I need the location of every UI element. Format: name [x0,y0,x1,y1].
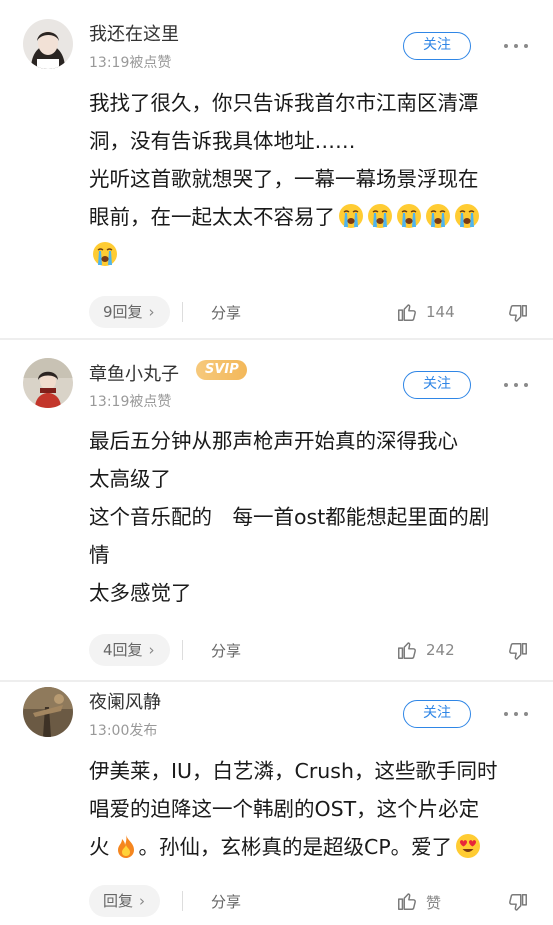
username[interactable]: 我还在这里 [89,20,179,46]
more-dots-icon[interactable] [502,377,530,393]
comment-line: 眼前，在一起太太不容易了 [89,205,335,229]
divider [182,302,183,322]
avatar[interactable] [23,19,73,69]
comment-line: 光听这首歌就想哭了，一幕一幕场景浮现在 [89,167,479,191]
username[interactable]: 章鱼小丸子 [89,360,179,386]
avatar[interactable] [23,358,73,408]
share-button[interactable]: 分享 [211,640,241,661]
like-count: 242 [426,641,455,659]
like-label: 赞 [426,894,442,912]
comment-item: 章鱼小丸子 SVIP 13:19被点赞 关注 最后五分钟从那声枪声开始真的深得我… [0,338,553,680]
comment-line: 最后五分钟从那声枪声开始真的深得我心 [89,429,458,453]
comment-text: 我找了很久，你只告诉我首尔市江南区清潭 洞，没有告诉我具体地址…… 光听这首歌就… [89,84,529,274]
comment-text: 最后五分钟从那声枪声开始真的深得我心 太高级了 这个音乐配的 每一首ost都能想… [89,422,529,612]
comment-line: 这个音乐配的 每一首ost都能想起里面的剧 [89,505,490,529]
comment-line: 洞，没有告诉我具体地址…… [89,129,356,153]
reply-button[interactable]: 9回复 › [89,296,170,328]
fire-emoji [117,835,134,858]
comment-line: 太多感觉了 [89,581,192,605]
comment-line-with-emoji: 眼前，在一起太太不容易了 [89,198,529,236]
more-dots-icon[interactable] [502,706,530,722]
share-button[interactable]: 分享 [211,891,241,912]
crying-face-emoji [339,204,363,228]
comment-meta: 13:19被点赞 [89,394,172,410]
emoji-row [335,204,480,229]
username[interactable]: 夜阑风静 [89,688,161,714]
svip-badge: SVIP [196,360,247,380]
comment-line: 伊美莱，IU，白艺潾，Crush，这些歌手同时 [89,759,498,783]
chevron-right-icon: › [148,303,155,321]
crying-face-emoji [455,204,479,228]
comment-line: 。孙仙，玄彬真的是超级CP。爱了 [138,835,453,859]
comment-line: 我找了很久，你只告诉我首尔市江南区清潭 [89,91,479,115]
emoji-line [89,236,529,274]
chevron-right-icon: › [148,641,155,659]
reply-button[interactable]: 4回复 › [89,634,170,666]
follow-button[interactable]: 关注 [403,700,471,728]
crying-face-emoji [89,242,118,267]
follow-button[interactable]: 关注 [403,32,471,60]
comment-line: 火 [89,835,110,859]
thumbs-down-icon[interactable] [507,641,529,663]
thumbs-up-icon[interactable] [396,639,418,661]
like-count: 144 [426,303,455,321]
crying-face-emoji [93,242,117,266]
comment-item: 夜阑风静 13:00发布 关注 伊美莱，IU，白艺潾，Crush，这些歌手同时 … [0,680,553,925]
divider [182,891,183,911]
comment-line: 情 [89,543,110,567]
share-button[interactable]: 分享 [211,302,241,323]
comment-item: 我还在这里 13:19被点赞 关注 我找了很久，你只告诉我首尔市江南区清潭 洞，… [0,0,553,338]
divider [182,640,183,660]
chevron-right-icon: › [139,892,146,910]
comment-text: 伊美莱，IU，白艺潾，Crush，这些歌手同时 唱爱的迫降这一个韩剧的OST，这… [89,752,529,866]
thumbs-up-icon[interactable] [396,890,418,912]
reply-button[interactable]: 回复 › [89,885,161,917]
reply-label: 4回复 [103,641,143,659]
thumbs-down-icon[interactable] [507,303,529,325]
comment-meta: 13:00发布 [89,723,158,739]
comment-meta: 13:19被点赞 [89,55,172,71]
reply-label: 9回复 [103,303,143,321]
avatar[interactable] [23,687,73,737]
follow-button[interactable]: 关注 [403,371,471,399]
crying-face-emoji [397,204,421,228]
thumbs-down-icon[interactable] [507,892,529,914]
more-dots-icon[interactable] [502,38,530,54]
comment-line: 太高级了 [89,467,171,491]
crying-face-emoji [426,204,450,228]
comment-line: 唱爱的迫降这一个韩剧的OST，这个片必定 [89,797,480,821]
comment-line-with-emoji: 火 。孙仙，玄彬真的是超级CP。爱了 [89,828,529,866]
crying-face-emoji [368,204,392,228]
reply-label: 回复 [103,892,134,910]
heart-eyes-emoji [456,834,481,858]
thumbs-up-icon[interactable] [396,301,418,323]
